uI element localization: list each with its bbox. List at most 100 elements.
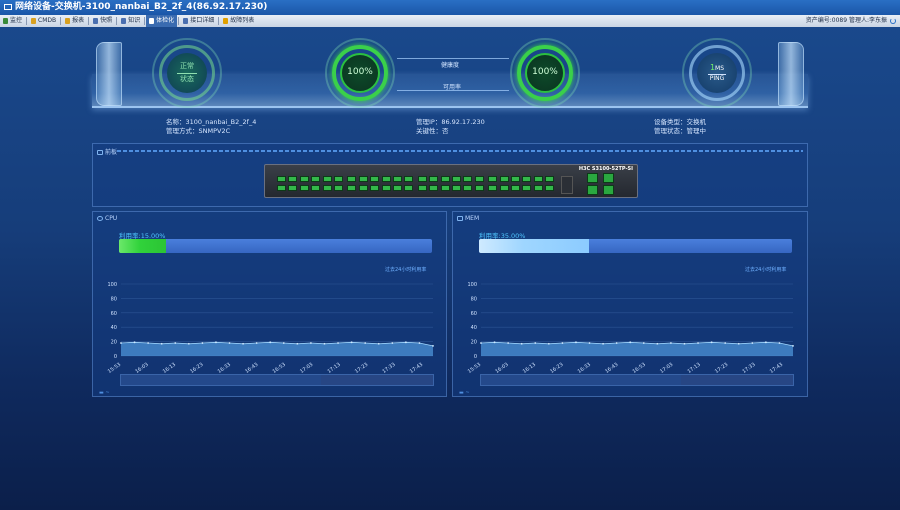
sfp-port[interactable] [587,173,598,183]
ethernet-port[interactable] [533,185,543,191]
status-stage: 正常 状态 100% 健康度 可用率 100% 1MS PING [92,38,808,114]
toolbar-item[interactable]: 报表 [62,15,87,27]
ethernet-port[interactable] [499,185,509,191]
x-tick-label: 17:43 [409,362,424,375]
ethernet-port[interactable] [511,185,520,191]
ethernet-port[interactable] [381,176,391,182]
ethernet-port[interactable] [511,176,520,182]
sfp-port[interactable] [603,173,614,183]
y-tick-label: 80 [471,296,477,302]
ethernet-port[interactable] [322,176,332,182]
ethernet-port[interactable] [404,185,414,191]
x-tick-label: 17:33 [381,362,396,375]
mem-range-slider[interactable] [480,374,794,386]
ethernet-port[interactable] [474,185,484,191]
toolbar-item-icon [121,17,127,24]
data-point [642,342,645,344]
ethernet-port[interactable] [488,185,498,191]
ethernet-port[interactable] [429,176,439,182]
window-title-bar: 网络设备-交换机-3100_nanbai_B2_2f_4(86.92.17.23… [0,0,900,15]
y-tick-label: 20 [471,340,477,346]
mem-usage-fill [479,239,589,253]
toolbar-item[interactable]: 接口详细 [180,15,217,27]
cpu-chart-caption: 过去24小时利用率 [385,267,427,273]
ethernet-port[interactable] [393,185,402,191]
data-point [282,342,285,344]
cpu-range-window[interactable] [321,375,433,385]
cpu-range-slider[interactable] [120,374,434,386]
ethernet-port[interactable] [440,176,450,182]
toolbar-item[interactable]: 快照 [90,15,115,27]
data-point [120,342,122,344]
ethernet-port[interactable] [452,176,461,182]
ethernet-port[interactable] [347,185,357,191]
ethernet-port[interactable] [381,185,391,191]
toolbar-item-label: CMDB [38,17,57,24]
data-point [160,342,163,345]
data-point [242,342,244,345]
x-tick-label: 16:13 [522,362,537,375]
ethernet-port[interactable] [334,176,343,182]
ethernet-port[interactable] [347,176,357,182]
ethernet-port[interactable] [452,185,461,191]
data-point [751,342,754,344]
refresh-icon[interactable] [890,17,896,24]
mem-footer-icon: ▬ ~ [459,390,470,396]
ethernet-port[interactable] [488,176,498,182]
x-tick-label: 17:03 [299,362,314,375]
toolbar-separator [144,16,146,25]
ethernet-port[interactable] [358,185,368,191]
ethernet-port[interactable] [358,176,368,182]
state-sub: 状态 [180,74,194,83]
ethernet-port[interactable] [370,185,380,191]
ethernet-port[interactable] [288,176,298,182]
ethernet-port[interactable] [311,176,321,182]
ethernet-port[interactable] [311,185,321,191]
data-point [534,342,537,344]
ethernet-port[interactable] [417,185,427,191]
ethernet-port[interactable] [277,176,286,182]
ethernet-port[interactable] [533,176,543,182]
data-point [656,342,659,345]
ethernet-port[interactable] [522,185,532,191]
toolbar-separator [218,16,220,25]
ethernet-port[interactable] [429,185,439,191]
y-tick-label: 100 [107,282,117,288]
ethernet-port[interactable] [299,185,309,191]
ethernet-port[interactable] [334,185,343,191]
sfp-port[interactable] [587,185,598,195]
ethernet-port[interactable] [545,176,555,182]
ethernet-port[interactable] [417,176,427,182]
sfp-port[interactable] [603,185,614,195]
ethernet-port[interactable] [370,176,380,182]
toolbar-item[interactable]: 故障列表 [220,15,257,27]
toolbar-item[interactable]: 体检化 [146,15,178,27]
memory-icon [457,216,463,221]
toolbar-item[interactable]: 监控 [0,15,25,27]
ethernet-port[interactable] [545,185,555,191]
mem-range-window[interactable] [681,375,793,385]
ethernet-port[interactable] [440,185,450,191]
data-point [215,341,217,344]
data-point [201,342,204,344]
toolbar-item[interactable]: CMDB [28,15,59,27]
ethernet-port[interactable] [393,176,402,182]
ethernet-port[interactable] [299,176,309,182]
ethernet-port[interactable] [522,176,532,182]
ethernet-port[interactable] [474,176,484,182]
ethernet-port[interactable] [404,176,414,182]
ethernet-port[interactable] [463,185,473,191]
ethernet-port[interactable] [322,185,332,191]
data-point [310,342,312,344]
data-point [683,342,686,345]
toolbar-item[interactable]: 知识 [118,15,143,27]
y-tick-label: 60 [111,311,117,317]
ethernet-port[interactable] [288,185,298,191]
toolbar-item-icon [31,17,37,24]
ethernet-port[interactable] [277,185,286,191]
data-point [147,342,150,344]
mem-panel: MEM 利用率:35.00% 过去24小时利用率 100 80 60 40 20 0 15:… [452,211,808,397]
x-tick-label: 17:13 [327,362,342,375]
ethernet-port[interactable] [463,176,473,182]
ethernet-port[interactable] [499,176,509,182]
